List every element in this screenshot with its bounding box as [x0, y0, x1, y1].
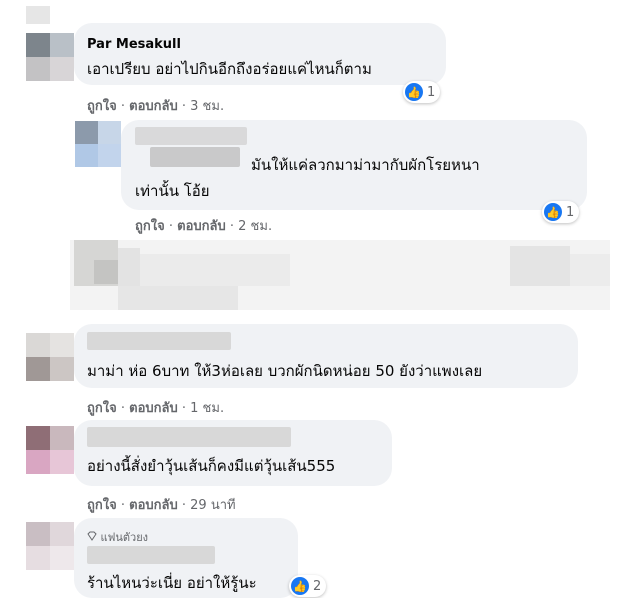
- like-icon: 👍: [405, 83, 423, 101]
- avatar[interactable]: [26, 333, 74, 381]
- comment-text: เท่านั้น โอ้ย: [135, 182, 210, 200]
- comment-time[interactable]: 3 ชม.: [190, 99, 224, 114]
- blurred-comment: [70, 240, 610, 310]
- reaction-badge[interactable]: 👍 1: [542, 201, 580, 223]
- blurred-author-name: [87, 546, 215, 564]
- separator: ·: [181, 401, 187, 416]
- diamond-icon: [87, 531, 97, 541]
- separator: ·: [120, 401, 125, 416]
- blurred-avatar-top: [26, 6, 50, 24]
- comment-text: มาม่า ห่อ 6บาท ให้3ห่อเลย บวกผักนิดหน่อย…: [87, 362, 483, 380]
- comment-author[interactable]: Par Mesakull: [87, 37, 181, 52]
- comment-text: อย่างนี้สั่งยำวุ้นเส้นก็คงมีแต่วุ้นเส้น5…: [87, 457, 336, 475]
- reaction-badge[interactable]: 👍 2: [289, 575, 327, 597]
- like-link[interactable]: ถูกใจ: [135, 219, 165, 234]
- separator: ·: [181, 99, 187, 114]
- comment-text: เอาเปรียบ อย่าไปกินอีกถึงอร่อยแค่ไหนก็ตา…: [87, 60, 372, 78]
- like-link[interactable]: ถูกใจ: [87, 401, 117, 416]
- blurred-author-name: [87, 427, 291, 447]
- comment-text: ร้านไหนว่ะเนี่ย อย่าให้รู้นะ: [87, 574, 257, 592]
- like-icon: 👍: [291, 577, 309, 595]
- comment-actions: ถูกใจ · ตอบกลับ · 2 ชม.: [135, 215, 272, 236]
- reply-link[interactable]: ตอบกลับ: [129, 401, 178, 416]
- comment-actions: ถูกใจ · ตอบกลับ · 29 นาที: [87, 494, 236, 515]
- avatar[interactable]: [75, 121, 121, 167]
- separator: ·: [120, 99, 125, 114]
- separator: ·: [168, 219, 173, 234]
- reaction-count: 2: [313, 578, 322, 594]
- top-fan-badge: แฟนตัวยง: [87, 528, 148, 546]
- comment-time[interactable]: 2 ชม.: [238, 219, 272, 234]
- separator: ·: [229, 219, 235, 234]
- reaction-badge[interactable]: 👍 1: [403, 81, 441, 103]
- avatar[interactable]: [26, 522, 74, 570]
- reply-link[interactable]: ตอบกลับ: [129, 498, 178, 513]
- like-link[interactable]: ถูกใจ: [87, 99, 117, 114]
- avatar[interactable]: [26, 33, 74, 81]
- top-fan-label: แฟนตัวยง: [100, 531, 149, 544]
- comment-actions: ถูกใจ · ตอบกลับ · 1 ชม.: [87, 397, 224, 418]
- separator: ·: [181, 498, 187, 513]
- blurred-author-name: [135, 127, 247, 145]
- comment-time[interactable]: 1 ชม.: [190, 401, 224, 416]
- blurred-author-name: [87, 332, 231, 350]
- comment-actions: ถูกใจ · ตอบกลับ · 3 ชม.: [87, 95, 224, 116]
- comment-time[interactable]: 29 นาที: [190, 498, 235, 513]
- reaction-count: 1: [566, 204, 575, 220]
- like-icon: 👍: [544, 203, 562, 221]
- blurred-author-name: [150, 147, 240, 167]
- separator: ·: [120, 498, 125, 513]
- like-link[interactable]: ถูกใจ: [87, 498, 117, 513]
- avatar[interactable]: [26, 426, 74, 474]
- reply-link[interactable]: ตอบกลับ: [177, 219, 226, 234]
- reaction-count: 1: [427, 84, 436, 100]
- reply-link[interactable]: ตอบกลับ: [129, 99, 178, 114]
- comment-text: มันให้แค่ลวกมาม่ามากับผักโรยหนา: [251, 156, 480, 174]
